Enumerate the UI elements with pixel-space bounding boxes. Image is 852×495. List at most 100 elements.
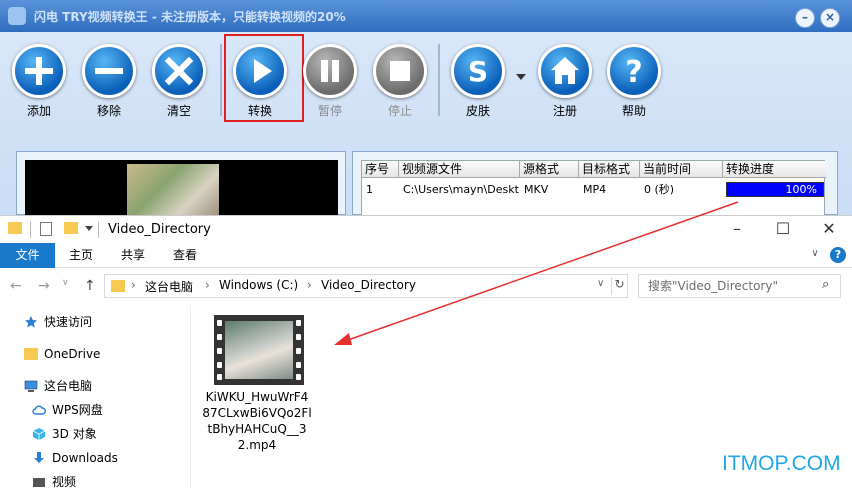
minimize-button[interactable]: – <box>714 216 760 244</box>
tab-share[interactable]: 共享 <box>107 243 159 268</box>
question-icon: ? <box>607 44 661 98</box>
progress-bar: 100% <box>726 182 824 197</box>
clear-button[interactable]: 清空 <box>146 44 212 119</box>
column-header[interactable]: 目标格式 <box>579 161 640 178</box>
close-button[interactable]: ✕ <box>806 216 852 244</box>
skin-button-label: 皮肤 <box>465 104 490 118</box>
divider <box>30 222 31 238</box>
help-icon[interactable]: ? <box>830 247 846 263</box>
new-folder-icon[interactable] <box>64 222 78 234</box>
pause-button[interactable]: 暂停 <box>297 44 363 119</box>
tab-file[interactable]: 文件 <box>0 243 55 268</box>
search-icon[interactable]: ⌕ <box>822 277 829 292</box>
sidebar-item-label: Downloads <box>52 451 118 465</box>
chevron-down-icon[interactable]: ∨ <box>62 278 69 288</box>
chevron-down-icon[interactable]: ∨ <box>597 278 604 289</box>
register-button[interactable]: 注册 <box>532 44 598 119</box>
help-button[interactable]: ? 帮助 <box>601 44 667 119</box>
add-button[interactable]: 添加 <box>6 44 72 119</box>
folder-icon <box>24 348 38 360</box>
video-thumbnail <box>225 321 293 379</box>
close-button[interactable]: × <box>820 8 840 28</box>
add-button-label: 添加 <box>26 104 51 118</box>
properties-icon[interactable] <box>40 222 52 236</box>
plus-icon <box>12 44 66 98</box>
home-icon <box>538 44 592 98</box>
folder-icon <box>111 280 125 292</box>
divider <box>98 222 99 238</box>
maximize-button[interactable]: ☐ <box>760 216 806 244</box>
task-panel: 序号 视频源文件 源格式 目标格式 当前时间 转换进度 1 C:\Users\m… <box>352 151 838 216</box>
watermark: ITMOP.COM <box>722 452 841 475</box>
chevron-right-icon[interactable]: › <box>131 278 136 292</box>
toolbar-divider <box>438 44 440 116</box>
remove-button-label: 移除 <box>96 104 121 118</box>
sidebar-item-label: 3D 对象 <box>52 427 97 441</box>
video-preview-frame <box>127 164 219 216</box>
video-icon <box>32 475 46 489</box>
forward-arrow-icon[interactable]: → <box>38 278 50 294</box>
up-arrow-icon[interactable]: ↑ <box>84 278 96 294</box>
pause-button-label: 暂停 <box>317 104 342 118</box>
tab-home[interactable]: 主页 <box>55 243 107 268</box>
computer-icon <box>24 379 38 393</box>
row-target-format: MP4 <box>583 183 607 196</box>
row-source-file: C:\Users\mayn\Deskt... <box>403 183 520 196</box>
sidebar-item-label: WPS网盘 <box>52 403 103 417</box>
folder-icon <box>8 222 22 234</box>
cube-icon <box>32 427 46 441</box>
search-input[interactable] <box>639 275 817 297</box>
converter-titlebar: 闪电 TRY视频转换王 - 未注册版本，只能转换视频的20% – × <box>0 0 852 32</box>
pane-divider <box>190 305 191 489</box>
remove-button[interactable]: 移除 <box>76 44 142 119</box>
column-header[interactable]: 当前时间 <box>640 161 723 178</box>
stop-icon <box>373 44 427 98</box>
back-arrow-icon[interactable]: ← <box>10 278 22 294</box>
column-header[interactable]: 序号 <box>362 161 399 178</box>
app-logo-icon <box>8 7 26 25</box>
breadcrumb-drive[interactable]: Windows (C:) <box>219 278 298 292</box>
file-name: KiWKU_HwuWrF487CLxwBi6VQo2FltBhyHAHCuQ__… <box>202 390 312 452</box>
toolbar-divider <box>220 44 222 116</box>
chevron-down-icon[interactable] <box>516 74 526 80</box>
video-file-icon <box>214 315 304 385</box>
skin-button[interactable]: S 皮肤 <box>445 44 511 119</box>
sidebar-item-label: 这台电脑 <box>44 379 93 393</box>
explorer-window: Video_Directory – ☐ ✕ 文件 主页 共享 查看 ∨ ? ← … <box>0 215 852 489</box>
task-table: 序号 视频源文件 源格式 目标格式 当前时间 转换进度 1 C:\Users\m… <box>361 160 826 216</box>
address-bar[interactable]: › 这台电脑 › Windows (C:) › Video_Directory … <box>104 274 628 298</box>
converter-title: 闪电 TRY视频转换王 - 未注册版本，只能转换视频的20% <box>34 10 346 24</box>
chevron-right-icon[interactable]: › <box>205 278 210 292</box>
refresh-icon[interactable]: ↻ <box>611 277 627 295</box>
breadcrumb-folder[interactable]: Video_Directory <box>321 278 416 292</box>
row-source-format: MKV <box>524 183 549 196</box>
x-icon <box>152 44 206 98</box>
tab-view[interactable]: 查看 <box>159 243 211 268</box>
minus-icon <box>82 44 136 98</box>
register-button-label: 注册 <box>552 104 577 118</box>
chevron-down-icon[interactable] <box>85 226 93 231</box>
explorer-titlebar: Video_Directory – ☐ ✕ <box>0 215 852 243</box>
file-item[interactable]: KiWKU_HwuWrF487CLxwBi6VQo2FltBhyHAHCuQ__… <box>202 313 312 463</box>
row-index: 1 <box>366 183 373 196</box>
converter-window: 闪电 TRY视频转换王 - 未注册版本，只能转换视频的20% – × 添加 移除… <box>0 0 852 216</box>
column-header[interactable]: 源格式 <box>520 161 579 178</box>
sidebar-item-label: 快速访问 <box>44 315 93 329</box>
minimize-button[interactable]: – <box>795 8 815 28</box>
column-header[interactable]: 转换进度 <box>723 161 826 178</box>
stop-button-label: 停止 <box>387 104 412 118</box>
row-current-time: 0 (秒) <box>644 183 675 196</box>
svg-text:?: ? <box>625 55 642 90</box>
download-icon <box>32 451 46 465</box>
video-preview <box>25 160 338 216</box>
chevron-down-icon[interactable]: ∨ <box>808 247 822 261</box>
chevron-right-icon[interactable]: › <box>307 278 312 292</box>
convert-highlight-box <box>224 34 304 122</box>
column-header[interactable]: 视频源文件 <box>399 161 520 178</box>
pause-icon <box>303 44 357 98</box>
progress-text: 100% <box>785 183 817 196</box>
breadcrumb-this-pc[interactable]: 这台电脑 <box>145 278 193 295</box>
stop-button[interactable]: 停止 <box>367 44 433 119</box>
clear-button-label: 清空 <box>166 104 191 118</box>
explorer-title: Video_Directory <box>108 222 211 237</box>
